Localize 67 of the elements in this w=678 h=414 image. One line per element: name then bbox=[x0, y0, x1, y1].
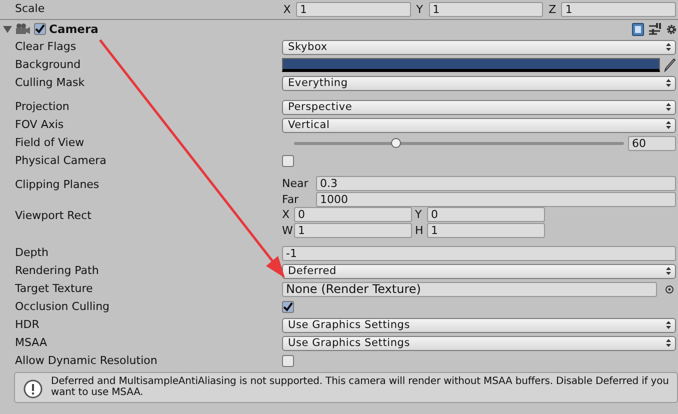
field-label: Occlusion Culling bbox=[14, 299, 111, 315]
number-field[interactable]: 1 bbox=[296, 2, 411, 16]
checkbox[interactable] bbox=[282, 355, 294, 367]
target-icon[interactable] bbox=[665, 284, 674, 294]
axis-label: X bbox=[282, 208, 291, 221]
number-field[interactable]: 60 bbox=[628, 136, 676, 150]
dropdown[interactable]: Vertical bbox=[282, 118, 676, 132]
axis-label: H bbox=[414, 224, 424, 237]
number-field[interactable]: 0 bbox=[427, 207, 545, 222]
settings-icon[interactable] bbox=[666, 24, 677, 34]
field-label: Rendering Path bbox=[14, 263, 100, 279]
field-label: Allow Dynamic Resolution bbox=[14, 353, 158, 369]
number-field[interactable]: 0.3 bbox=[316, 176, 676, 191]
field-label: Clipping Planes bbox=[14, 177, 100, 193]
object-field[interactable]: None (Render Texture) bbox=[282, 282, 657, 296]
sliders-icon[interactable] bbox=[649, 23, 661, 35]
field-label: FOV Axis bbox=[14, 117, 65, 133]
field-label: Near bbox=[282, 177, 310, 190]
color-field[interactable] bbox=[282, 58, 660, 72]
dropdown[interactable]: Everything bbox=[282, 76, 676, 90]
number-field[interactable]: 1000 bbox=[316, 192, 676, 207]
field-label: Far bbox=[282, 193, 300, 206]
help-message: Deferred and MultisampleAntiAliasing is not supported. This camera will render without MSAA buffers. Disable Deferred if you want to use MSAA. bbox=[51, 376, 670, 398]
field-label: Clear Flags bbox=[14, 39, 78, 55]
updown-arrow-icon bbox=[666, 43, 671, 51]
dropdown[interactable]: Deferred bbox=[282, 264, 676, 278]
dropdown[interactable]: Use Graphics Settings bbox=[282, 318, 676, 332]
field-label: Target Texture bbox=[14, 281, 94, 297]
number-field[interactable]: -1 bbox=[282, 246, 676, 260]
number-field[interactable]: 1 bbox=[428, 2, 544, 16]
number-field[interactable]: 0 bbox=[294, 207, 412, 222]
updown-arrow-icon bbox=[666, 339, 671, 347]
checkbox[interactable] bbox=[34, 23, 46, 35]
checkbox[interactable] bbox=[282, 155, 294, 167]
field-label: Field of View bbox=[14, 135, 86, 151]
dropdown[interactable]: Skybox bbox=[282, 40, 676, 54]
slider-thumb[interactable] bbox=[391, 138, 402, 148]
updown-arrow-icon bbox=[666, 121, 671, 129]
number-field[interactable]: 1 bbox=[561, 2, 676, 16]
field-label: Viewport Rect bbox=[14, 208, 92, 224]
axis-label: W bbox=[282, 224, 294, 237]
camera-icon bbox=[15, 23, 31, 35]
dropdown[interactable]: Perspective bbox=[282, 100, 676, 114]
updown-arrow-icon bbox=[666, 267, 671, 275]
axis-label: Y bbox=[414, 208, 423, 221]
component-title: Camera bbox=[49, 22, 98, 36]
field-label: Physical Camera bbox=[14, 153, 108, 169]
updown-arrow-icon bbox=[666, 79, 671, 87]
updown-arrow-icon bbox=[666, 103, 671, 111]
field-label: MSAA bbox=[14, 335, 48, 351]
field-label: Depth bbox=[14, 245, 50, 261]
foldout-triangle-icon[interactable] bbox=[3, 24, 12, 34]
axis-label: X bbox=[282, 2, 292, 16]
slider-track[interactable] bbox=[294, 137, 624, 149]
number-field[interactable]: 1 bbox=[427, 223, 545, 238]
field-label: Culling Mask bbox=[14, 75, 86, 91]
warning-icon bbox=[23, 379, 43, 399]
field-label: Projection bbox=[14, 99, 70, 115]
field-label: HDR bbox=[14, 317, 40, 333]
axis-label: Z bbox=[548, 2, 558, 16]
field-label: Background bbox=[14, 57, 82, 73]
axis-label: Y bbox=[415, 2, 424, 16]
updown-arrow-icon bbox=[666, 321, 671, 329]
checkbox[interactable] bbox=[282, 301, 294, 313]
field-label: Scale bbox=[14, 1, 46, 17]
number-field[interactable]: 1 bbox=[294, 223, 412, 238]
dropdown[interactable]: Use Graphics Settings bbox=[282, 336, 676, 350]
